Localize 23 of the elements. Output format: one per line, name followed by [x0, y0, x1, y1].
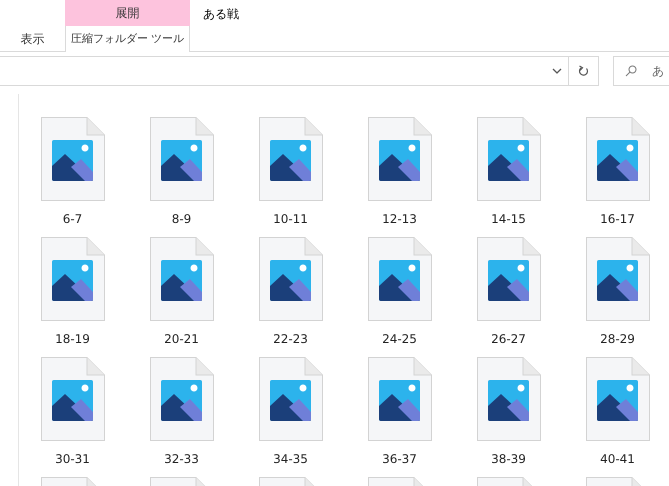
- ribbon-tab[interactable]: 圧縮フォルダー ツール: [65, 26, 190, 52]
- file-name: 10-11: [273, 211, 308, 228]
- file-name: 20-21: [164, 331, 199, 348]
- file-name: 34-35: [273, 451, 308, 468]
- file-name: 40-41: [600, 451, 635, 468]
- file-name: 22-23: [273, 331, 308, 348]
- file-name: 8-9: [172, 211, 192, 228]
- file-name: 6-7: [62, 211, 82, 228]
- ribbon-tab[interactable]: 表示: [0, 26, 65, 52]
- file-name: 32-33: [164, 451, 199, 468]
- file-name: 18-19: [55, 331, 90, 348]
- file-name: 14-15: [491, 211, 526, 228]
- window-title: ある戦: [203, 6, 239, 23]
- file-name: 16-17: [600, 211, 635, 228]
- file-name: 30-31: [55, 451, 90, 468]
- file-name: 24-25: [382, 331, 417, 348]
- file-name: 38-39: [491, 451, 526, 468]
- file-name: 28-29: [600, 331, 635, 348]
- file-name: 36-37: [382, 451, 417, 468]
- file-name: 12-13: [382, 211, 417, 228]
- file-name: 26-27: [491, 331, 526, 348]
- search-field[interactable]: あ: [613, 56, 669, 86]
- context-tab-group-label: 展開: [116, 5, 140, 22]
